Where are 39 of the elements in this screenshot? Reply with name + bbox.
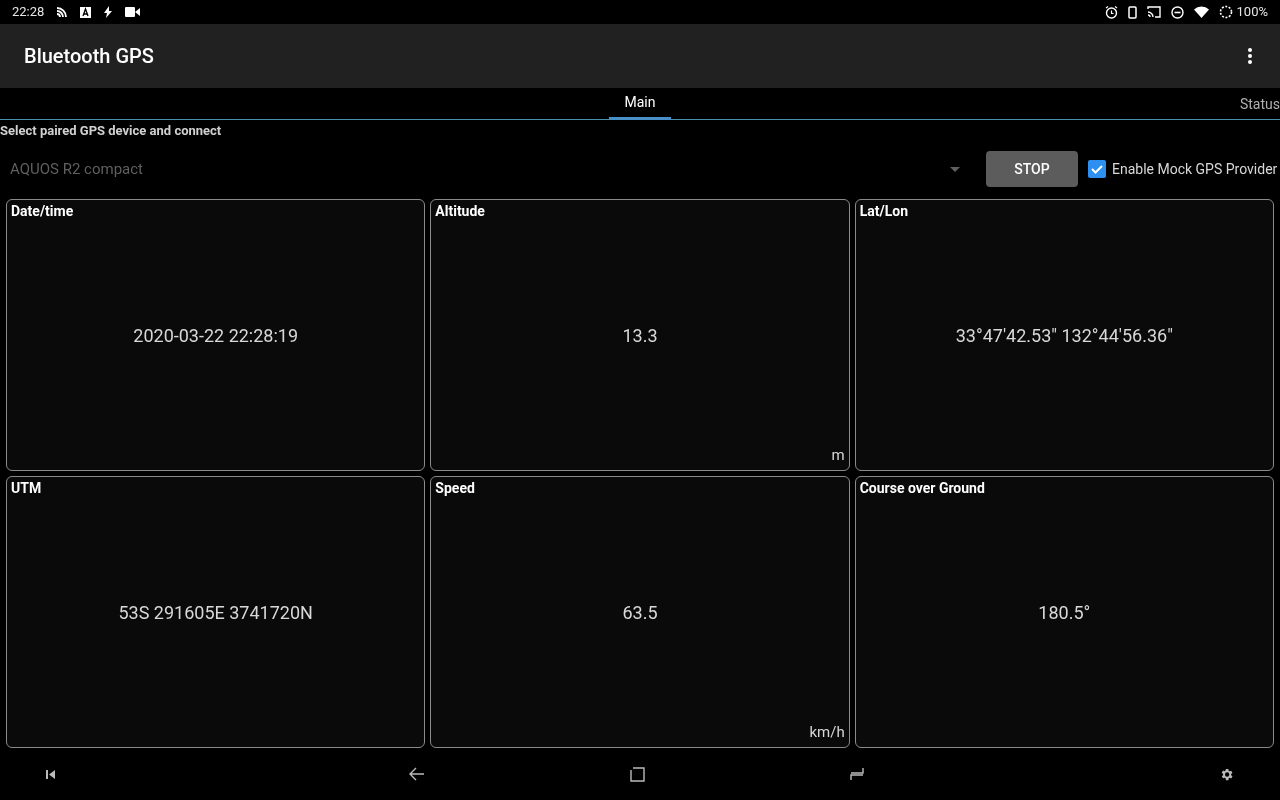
tile-title: Speed bbox=[435, 479, 475, 498]
tile-unit: m bbox=[831, 444, 845, 466]
stop-button[interactable]: STOP bbox=[986, 151, 1078, 187]
tab[interactable]: Status bbox=[1239, 88, 1280, 120]
tile-value: 180.5° bbox=[1038, 600, 1091, 625]
tile-title: UTM bbox=[11, 479, 42, 498]
alarm-icon bbox=[1104, 5, 1118, 19]
tile-value: 53S 291605E 3741720N bbox=[118, 600, 313, 625]
wifi-icon bbox=[1193, 6, 1209, 18]
tab[interactable]: Main bbox=[609, 88, 671, 120]
do-not-disturb-icon bbox=[1170, 5, 1184, 19]
video-camera-icon bbox=[125, 7, 141, 17]
tile-value: 33°47'42.53" 132°44'56.36" bbox=[955, 323, 1173, 348]
app-title: Bluetooth GPS bbox=[24, 43, 154, 70]
tile-title: Date/time bbox=[11, 202, 74, 221]
phone-icon bbox=[1127, 5, 1137, 19]
battery-percentage: 100% bbox=[1236, 3, 1268, 22]
dropdown-caret-icon bbox=[950, 166, 960, 172]
tile-value: 2020-03-22 22:28:19 bbox=[133, 323, 299, 348]
back-icon[interactable] bbox=[409, 767, 426, 781]
tile-value: 63.5 bbox=[622, 600, 658, 625]
section-label: Select paired GPS device and connect bbox=[0, 122, 223, 141]
skip-back-icon[interactable] bbox=[46, 769, 55, 779]
checkmark-icon bbox=[1090, 162, 1104, 176]
tile-unit: km/h bbox=[809, 721, 845, 743]
status-time: 22:28 bbox=[12, 3, 45, 22]
tile-title: Course over Ground bbox=[859, 479, 985, 498]
flash-icon bbox=[103, 6, 114, 18]
screen-cast-icon bbox=[1146, 6, 1161, 18]
tile-value: 13.3 bbox=[622, 323, 658, 348]
mock-provider-checkbox[interactable] bbox=[1088, 160, 1106, 178]
home-icon[interactable] bbox=[629, 766, 645, 782]
recent-apps-icon[interactable] bbox=[848, 767, 865, 781]
tile-title: Altitude bbox=[435, 202, 485, 221]
tile-title: Lat/Lon bbox=[859, 202, 908, 221]
checkbox-label: Enable Mock GPS Provider bbox=[1112, 159, 1278, 179]
settings-icon[interactable] bbox=[1219, 766, 1234, 782]
app-icon bbox=[80, 6, 92, 18]
cast-icon bbox=[56, 6, 69, 18]
